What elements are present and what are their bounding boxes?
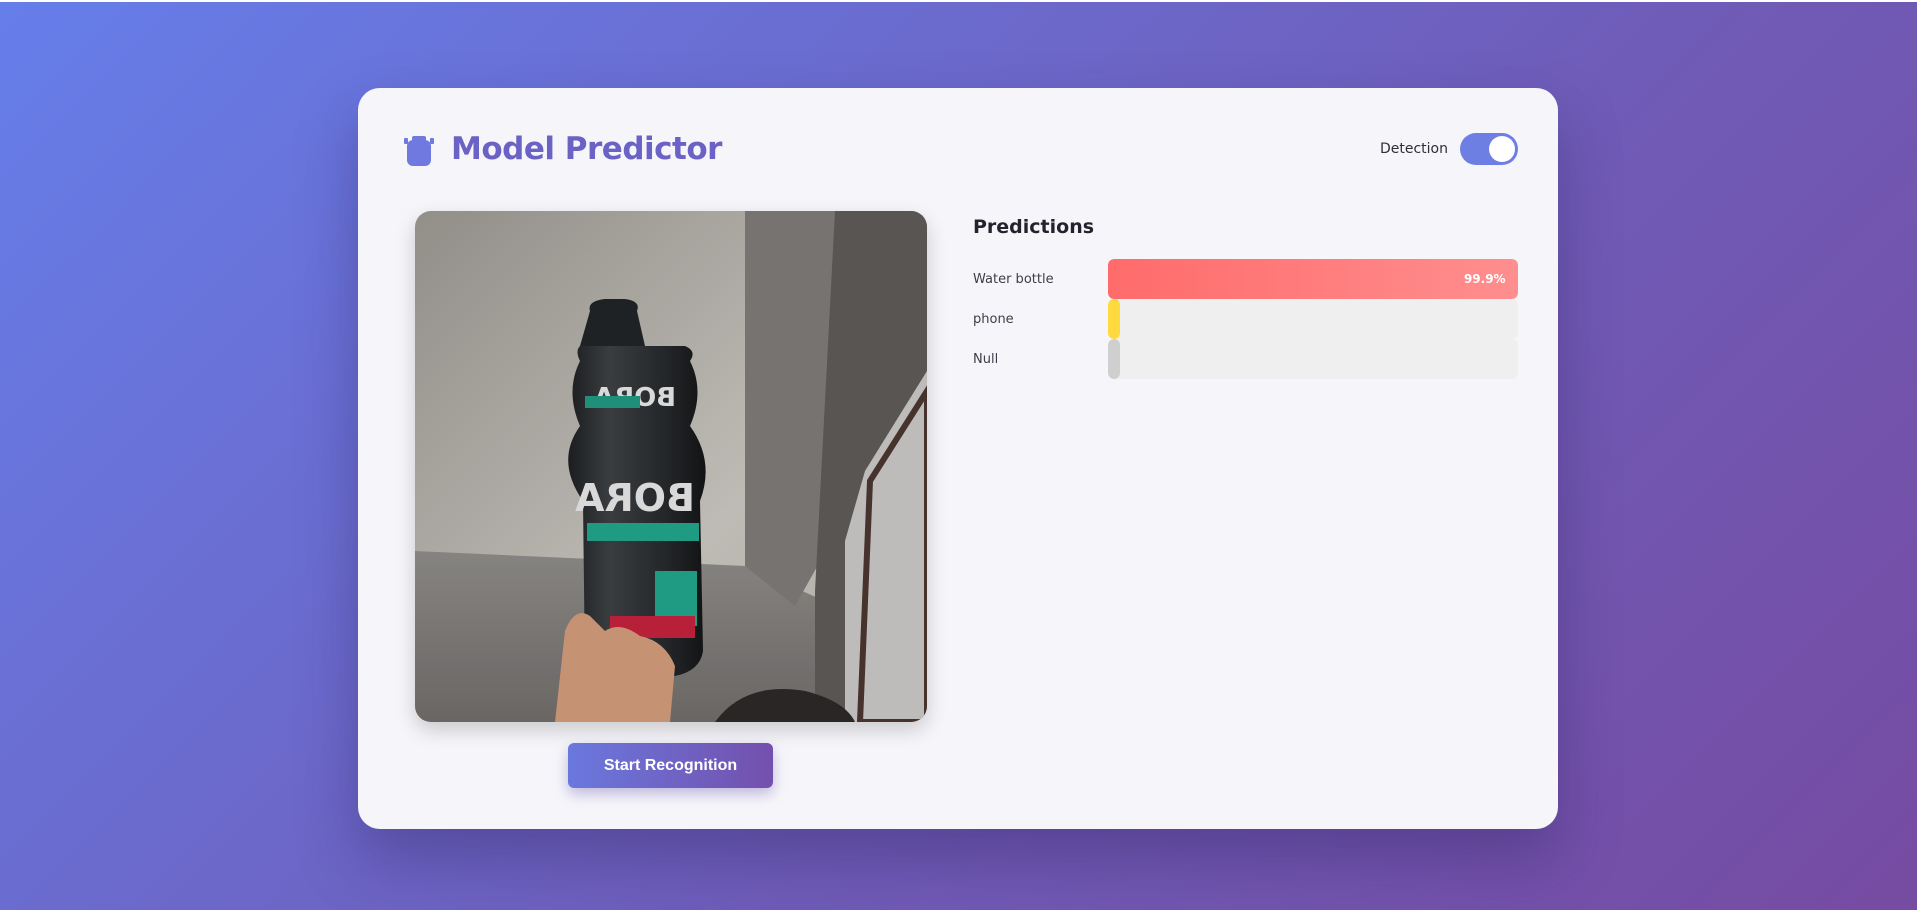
predictions-list: Water bottle 99.9% phone Null (973, 259, 1518, 379)
start-recognition-button[interactable]: Start Recognition (568, 743, 773, 788)
page-title: Model Predictor (451, 131, 722, 167)
toggle-knob (1489, 136, 1515, 162)
detection-toggle-group: Detection (1380, 133, 1518, 165)
predictions-panel: Predictions Water bottle 99.9% phone Null (973, 213, 1518, 379)
prediction-bar-track (1108, 339, 1518, 379)
camera-feed: BORA BORA (415, 211, 927, 722)
svg-text:BORA: BORA (574, 476, 695, 520)
prediction-bar-fill (1108, 339, 1121, 379)
prediction-row: phone (973, 299, 1518, 339)
prediction-row: Water bottle 99.9% (973, 259, 1518, 299)
predictions-title: Predictions (973, 216, 1095, 238)
detection-label: Detection (1379, 141, 1448, 157)
top-border (0, 0, 1917, 2)
prediction-bar-track (1108, 299, 1518, 339)
prediction-label: Null (973, 351, 999, 367)
robot-icon (403, 136, 435, 168)
prediction-bar-fill: 99.9% (1108, 259, 1518, 299)
main-card: Model Predictor Detection BORA Start Rec… (358, 88, 1558, 829)
prediction-label: Water bottle (973, 271, 1054, 287)
detection-toggle[interactable] (1460, 133, 1518, 165)
prediction-row: Null (973, 339, 1518, 379)
prediction-bar-track: 99.9% (1108, 259, 1518, 299)
prediction-label: phone (973, 311, 1014, 327)
prediction-value: 99.9% (1463, 272, 1506, 286)
prediction-bar-fill (1108, 299, 1121, 339)
